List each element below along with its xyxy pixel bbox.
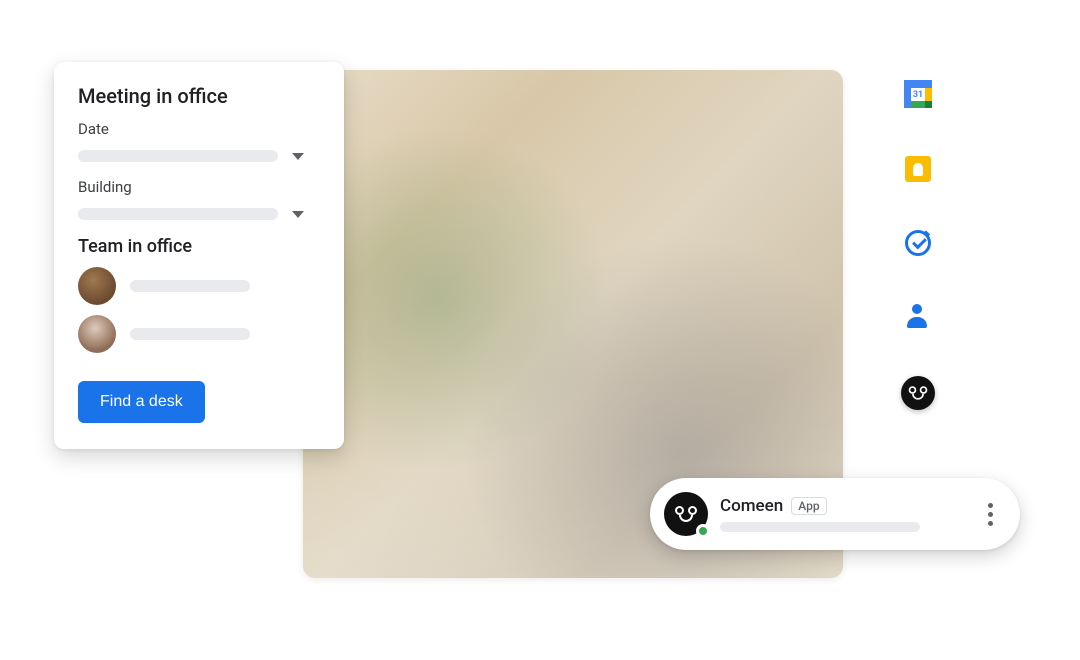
more-options-button[interactable] xyxy=(978,503,1002,526)
comeen-logo-icon xyxy=(909,386,928,400)
presence-online-icon xyxy=(696,524,710,538)
chevron-down-icon xyxy=(292,153,304,160)
team-section-title: Team in office xyxy=(78,236,320,257)
google-calendar-icon[interactable]: 31 xyxy=(904,80,932,108)
comeen-logo-icon xyxy=(675,506,697,522)
date-label: Date xyxy=(78,120,320,138)
chip-avatar xyxy=(664,492,708,536)
date-select[interactable] xyxy=(78,150,320,162)
chip-message-placeholder xyxy=(720,522,920,532)
avatar xyxy=(78,315,116,353)
team-row xyxy=(78,315,320,353)
chip-app-name: Comeen xyxy=(720,496,783,516)
chip-body: Comeen App xyxy=(720,496,966,532)
find-desk-button[interactable]: Find a desk xyxy=(78,381,205,423)
teammate-name-placeholder xyxy=(130,280,250,292)
comeen-rail-icon[interactable] xyxy=(901,376,935,410)
google-contacts-icon[interactable] xyxy=(907,304,929,328)
date-value-placeholder xyxy=(78,150,278,162)
avatar xyxy=(78,267,116,305)
teammate-name-placeholder xyxy=(130,328,250,340)
chip-app-badge: App xyxy=(791,497,826,515)
team-row xyxy=(78,267,320,305)
google-tasks-icon[interactable] xyxy=(905,230,931,256)
booking-card: Meeting in office Date Building Team in … xyxy=(54,62,344,449)
comeen-app-chip[interactable]: Comeen App xyxy=(650,478,1020,550)
building-label: Building xyxy=(78,178,320,196)
building-select[interactable] xyxy=(78,208,320,220)
building-value-placeholder xyxy=(78,208,278,220)
side-app-rail: 31 xyxy=(898,80,938,410)
chevron-down-icon xyxy=(292,211,304,218)
google-keep-icon[interactable] xyxy=(905,156,931,182)
calendar-day-number: 31 xyxy=(911,89,925,101)
card-title: Meeting in office xyxy=(78,84,320,108)
